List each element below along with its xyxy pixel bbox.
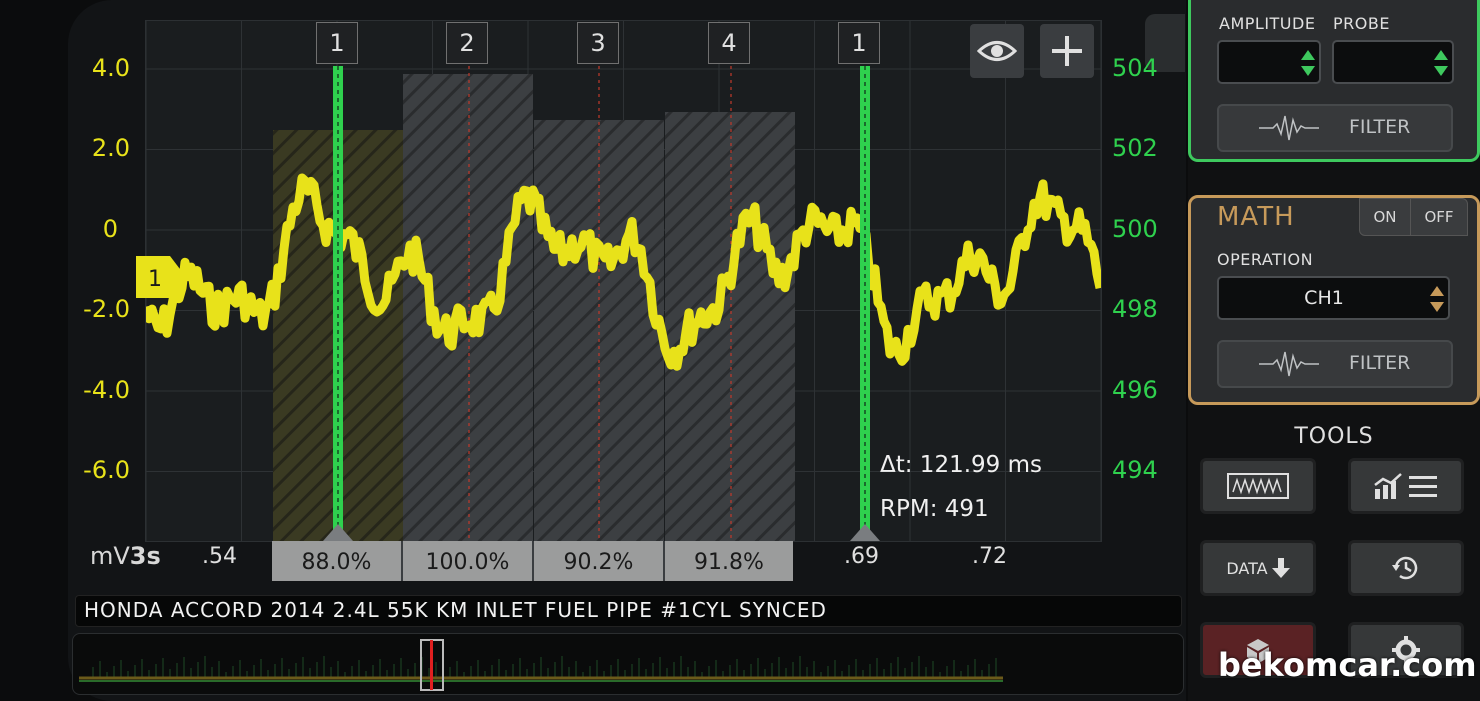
square-wave-icon: [1227, 473, 1289, 499]
y-left-tick-4: -4.0: [83, 376, 130, 404]
cylinder-1-percent: 88.0%: [272, 541, 403, 581]
math-filter-button[interactable]: FILTER: [1217, 340, 1453, 388]
x-tick-2: .72: [972, 544, 1007, 569]
cylinder-3-percent: 90.2%: [534, 541, 665, 581]
channel-panel: AMPLITUDE PROBE FILTER: [1188, 0, 1480, 162]
cylinder-4-percent: 91.8%: [665, 541, 793, 581]
operation-spinner-icon: [1430, 286, 1444, 312]
y-left-tick-0: 4.0: [91, 54, 130, 82]
x-tick-0: .54: [202, 544, 237, 569]
data-download-button[interactable]: DATA: [1200, 540, 1316, 596]
y-left-tick-2: 0: [102, 215, 118, 243]
operation-value: CH1: [1304, 287, 1344, 309]
delta-t-readout: Δt: 121.99 ms: [880, 452, 1042, 478]
timebase-label: 3s: [129, 542, 161, 570]
history-button[interactable]: [1348, 540, 1464, 596]
data-label: DATA: [1226, 558, 1268, 578]
overview-svg: [79, 639, 1003, 691]
operation-select[interactable]: CH1: [1217, 276, 1450, 320]
cylinder-3-bar: [534, 120, 664, 541]
math-off-button[interactable]: OFF: [1410, 198, 1468, 236]
probe-spinner-icon: [1434, 50, 1448, 76]
unit-timebase-label[interactable]: mV3s: [90, 542, 161, 570]
y-right-tick-2: 500: [1112, 215, 1158, 243]
plus-icon: [1052, 36, 1082, 66]
y-right-tick-5: 494: [1112, 456, 1158, 484]
timeline-overview[interactable]: [72, 633, 1184, 695]
probe-label: PROBE: [1333, 14, 1390, 33]
y-left-tick-5: -6.0: [83, 456, 130, 484]
recording-title-bar[interactable]: HONDA ACCORD 2014 2.4L 55K KM INLET FUEL…: [75, 595, 1182, 627]
y-right-tick-0: 504: [1112, 54, 1158, 82]
waveform-icon: [1259, 115, 1319, 141]
recording-title: HONDA ACCORD 2014 2.4L 55K KM INLET FUEL…: [84, 598, 827, 622]
cylinder-label-3: 3: [577, 22, 619, 64]
probe-select[interactable]: [1332, 40, 1454, 84]
measurements-tool-button[interactable]: [1348, 458, 1464, 514]
cylinder-label-1: 1: [316, 22, 358, 64]
rpm-readout: RPM: 491: [880, 496, 989, 522]
add-button[interactable]: [1040, 24, 1094, 78]
cylinder-label-2: 2: [446, 22, 488, 64]
amplitude-label: AMPLITUDE: [1219, 14, 1316, 33]
channel-1-marker[interactable]: 1: [136, 256, 186, 298]
cylinder-label-5: 1: [838, 22, 880, 64]
operation-label: OPERATION: [1217, 250, 1314, 269]
math-panel: MATH ON OFF OPERATION CH1 FILTER: [1188, 195, 1480, 405]
channel-1-marker-label: 1: [148, 267, 162, 292]
tools-title: TOOLS: [1294, 424, 1374, 449]
cursor-b-handle: [850, 524, 880, 541]
cylinder-2-percent: 100.0%: [403, 541, 534, 581]
history-icon: [1392, 556, 1418, 580]
waveform-icon: [1259, 351, 1319, 377]
y-right-tick-4: 496: [1112, 376, 1158, 404]
side-panel: AMPLITUDE PROBE FILTER MATH ON OFF OPERA…: [1188, 0, 1480, 701]
amplitude-spinner-icon: [1301, 50, 1315, 76]
math-on-button[interactable]: ON: [1359, 198, 1411, 236]
math-filter-label: FILTER: [1349, 352, 1411, 374]
amplitude-select[interactable]: [1217, 40, 1321, 84]
unit-label: mV: [90, 542, 130, 570]
cylinder-2-bar: [403, 74, 533, 541]
chart-list-icon: [1374, 473, 1437, 499]
watermark: bekomcar.com: [1218, 646, 1477, 684]
cylinder-label-4: 4: [708, 22, 750, 64]
visibility-button[interactable]: [970, 24, 1024, 78]
y-left-tick-1: 2.0: [91, 134, 130, 162]
eye-icon: [977, 41, 1017, 61]
channel-filter-label: FILTER: [1349, 116, 1411, 138]
x-tick-1: .69: [844, 544, 879, 569]
channel-filter-button[interactable]: FILTER: [1217, 104, 1453, 152]
waveform-tool-button[interactable]: [1200, 458, 1316, 514]
math-title: MATH: [1217, 202, 1295, 232]
y-right-tick-1: 502: [1112, 134, 1158, 162]
y-left-tick-3: -2.0: [83, 295, 130, 323]
download-arrow-icon: [1271, 558, 1290, 578]
y-right-tick-3: 498: [1112, 295, 1158, 323]
